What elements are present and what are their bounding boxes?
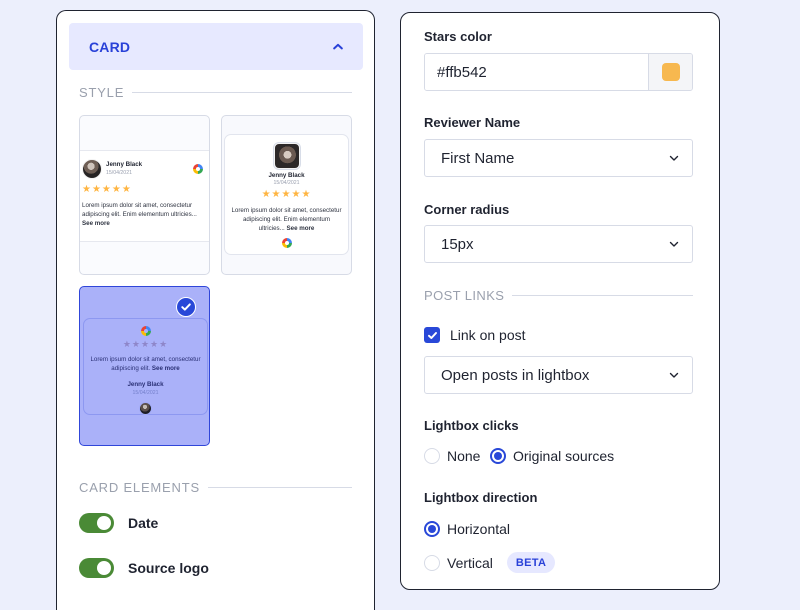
review-stars: ★★★★★ [122,339,169,349]
review-preview: Jenny Black 15/04/2021 ★★★★★ Lorem ipsum… [80,150,209,242]
post-links-section-label: POST LINKS [424,288,693,303]
lightbox-clicks-original-sources-option[interactable]: Original sources [490,448,614,464]
review-preview: ★★★★★ Lorem ipsum dolor sit amet, consec… [83,318,208,416]
review-date: 15/04/2021 [273,180,300,187]
reviewer-avatar [82,159,102,179]
style-divider [132,92,352,93]
reviewer-name-select[interactable]: First Name [424,139,693,177]
display-settings-panel: Stars color Reviewer Name First Name Cor… [400,12,720,590]
stars-color-field [424,53,693,91]
chevron-down-icon [668,369,680,381]
lightbox-direction-horizontal-radio[interactable] [424,521,440,537]
google-logo-icon [140,326,151,336]
chevron-down-icon [668,238,680,250]
review-stars: ★★★★★ [82,184,132,195]
review-preview: Jenny Black 15/04/2021 ★★★★★ Lorem ipsum… [224,134,349,255]
lightbox-clicks-label: Lightbox clicks [424,418,519,433]
lightbox-clicks-none-option[interactable]: None [424,448,480,464]
review-text: Lorem ipsum dolor sit amet, consectetur … [231,207,342,233]
lightbox-direction-vertical-option[interactable]: Vertical BETA [424,552,556,573]
date-toggle[interactable] [79,513,114,533]
style-section-label: STYLE [79,85,352,100]
review-stars: ★★★★★ [261,189,312,201]
lightbox-clicks-none-label: None [447,448,481,464]
date-toggle-row: Date [79,513,158,533]
style-card-left-aligned[interactable]: Jenny Black 15/04/2021 ★★★★★ Lorem ipsum… [79,115,210,275]
chevron-down-icon [668,152,680,164]
lightbox-direction-vertical-label: Vertical [447,554,493,571]
corner-radius-selected: 15px [441,235,474,253]
card-accordion-header[interactable]: CARD [69,23,363,70]
lightbox-direction-label: Lightbox direction [424,490,538,505]
review-text: Lorem ipsum dolor sit amet, consectetur … [82,202,197,228]
post-open-mode-select[interactable]: Open posts in lightbox [424,356,693,394]
style-card-selected[interactable]: ★★★★★ Lorem ipsum dolor sit amet, consec… [79,286,210,446]
link-on-post-checkbox-row[interactable]: Link on post [424,327,526,343]
review-text: Lorem ipsum dolor sit amet, consectetur … [90,356,201,373]
google-logo-icon [281,237,292,248]
lightbox-clicks-original-sources-label: Original sources [513,448,615,464]
card-title: CARD [89,38,131,55]
source-logo-toggle-label: Source logo [128,560,209,576]
reviewer-name-label: Reviewer Name [424,115,521,130]
stars-color-label: Stars color [424,29,492,44]
link-on-post-checkbox[interactable] [424,327,440,343]
checkmark-icon [176,297,196,317]
lightbox-clicks-original-sources-radio[interactable] [490,448,506,464]
reviewer-name: Jenny Black [127,381,164,389]
chevron-up-icon [331,40,345,54]
color-picker-button[interactable] [648,54,692,90]
reviewer-name: Jenny Black [268,172,305,179]
corner-radius-select[interactable]: 15px [424,225,693,263]
post-open-mode-selected: Open posts in lightbox [441,366,590,384]
link-on-post-label: Link on post [450,327,526,343]
style-card-centered[interactable]: Jenny Black 15/04/2021 ★★★★★ Lorem ipsum… [221,115,352,275]
color-swatch-icon [661,63,680,81]
review-date: 15/04/2021 [106,169,132,176]
card-settings-panel: CARD STYLE Jenny Black 15/04/2021 ★★★★★ … [56,10,375,610]
stars-color-input[interactable] [425,54,648,90]
card-elements-divider [207,487,352,488]
card-elements-section-label: CARD ELEMENTS [79,480,352,495]
beta-badge: BETA [506,552,556,573]
lightbox-direction-vertical-radio[interactable] [424,554,440,571]
source-logo-toggle[interactable] [79,558,114,578]
reviewer-name-selected: First Name [441,149,515,167]
google-logo-icon [193,164,203,174]
lightbox-direction-horizontal-label: Horizontal [447,521,511,537]
reviewer-avatar [273,143,300,169]
source-logo-toggle-row: Source logo [79,558,209,578]
corner-radius-label: Corner radius [424,202,510,217]
review-date: 15/04/2021 [132,389,159,396]
post-links-divider [512,295,693,296]
lightbox-direction-horizontal-option[interactable]: Horizontal [424,521,510,537]
date-toggle-label: Date [128,515,159,531]
reviewer-name: Jenny Black [106,161,143,169]
lightbox-clicks-none-radio[interactable] [424,448,440,464]
reviewer-avatar [139,402,152,416]
